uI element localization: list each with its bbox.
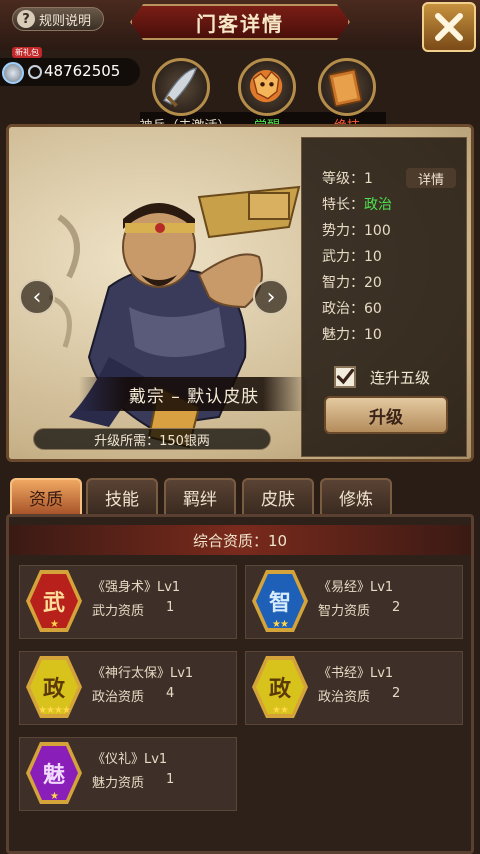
close-icon: [435, 13, 463, 41]
stat-specialty: 特长：政治: [322, 194, 392, 214]
equipment-slot-awaken[interactable]: [238, 58, 296, 116]
skill-value: 1: [166, 600, 175, 615]
blade-icon: [163, 67, 198, 108]
stat-specialty-value: 政治: [364, 197, 392, 213]
checkbox[interactable]: [334, 366, 356, 388]
stat-politics: 政治：60: [322, 301, 382, 317]
rules-button[interactable]: ? 规则说明: [12, 7, 104, 31]
skill-name: 《强身术》Lv1: [92, 580, 181, 595]
skill-stars: ★★: [272, 705, 289, 716]
upgrade-cost: 升级所需：150银两: [33, 428, 271, 450]
previous-hero-button[interactable]: ‹: [19, 279, 55, 315]
gift-coin-icon[interactable]: [2, 62, 24, 84]
skill-value: 2: [392, 686, 401, 701]
next-hero-button[interactable]: ›: [253, 279, 289, 315]
stat-charm: 魅力：10: [322, 327, 382, 343]
skill-attribute: 政治资质: [318, 690, 371, 705]
equipment-slot-skill[interactable]: [318, 58, 376, 116]
stat-force: 武力：10: [322, 249, 382, 265]
checkmark-icon: [336, 368, 354, 385]
gift-tag: 新礼包: [12, 47, 42, 58]
skill-attribute: 魅力资质: [92, 776, 145, 791]
stat-level: 等级：1: [322, 171, 373, 187]
dragon-icon: [249, 69, 283, 103]
chevron-left-icon: ‹: [32, 284, 42, 310]
tab-skills[interactable]: 技能: [86, 478, 158, 514]
auto-five-label: 连升五级: [370, 368, 431, 387]
skill-stars: ★★★★: [38, 705, 71, 716]
skill-name: 《易经》Lv1: [318, 580, 394, 595]
skill-name: 《神行太保》Lv1: [92, 666, 194, 681]
hero-portrait-panel: ‹ › 戴宗 – 默认皮肤 升级所需：150银两 详情 等级：1 特长：政治 势…: [6, 124, 474, 462]
chevron-right-icon: ›: [266, 284, 276, 310]
hero-name: 戴宗 – 默认皮肤: [79, 377, 309, 411]
auto-five-levels-toggle[interactable]: 连升五级: [334, 366, 430, 388]
silver-icon: [28, 65, 42, 79]
upgrade-button[interactable]: 升级: [324, 396, 448, 434]
tab-training[interactable]: 修炼: [320, 478, 392, 514]
currency-value: 48762505: [44, 62, 121, 80]
detail-button[interactable]: 详情: [406, 168, 456, 188]
skill-value: 4: [166, 686, 175, 701]
tab-skins[interactable]: 皮肤: [242, 478, 314, 514]
skill-value: 1: [166, 772, 175, 787]
skill-name: 《书经》Lv1: [318, 666, 394, 681]
stats-panel: 详情 等级：1 特长：政治 势力：100 武力：10 智力：20 政治：60 魅…: [301, 137, 467, 457]
tab-bonds[interactable]: 羁绊: [164, 478, 236, 514]
equipment-slot-weapon[interactable]: [152, 58, 210, 116]
skill-card[interactable]: 武 ★ 《强身术》Lv1 武力资质 1: [19, 565, 237, 639]
skill-card[interactable]: 魅 ★ 《仪礼》Lv1 魅力资质 1: [19, 737, 237, 811]
page-title: 门客详情: [130, 4, 350, 40]
skill-attribute: 智力资质: [318, 604, 371, 619]
skill-stars: ★: [50, 619, 59, 630]
close-button[interactable]: [422, 2, 476, 52]
question-icon: ?: [17, 10, 35, 28]
skill-card[interactable]: 政 ★★★★ 《神行太保》Lv1 政治资质 4: [19, 651, 237, 725]
skill-value: 2: [392, 600, 401, 615]
stat-power: 势力：100: [322, 223, 391, 239]
skill-name: 《仪礼》Lv1: [92, 752, 168, 767]
aptitude-content: 综合资质：10 武 ★ 《强身术》Lv1 武力资质 1 智 ★★ 《易经》Lv1…: [6, 514, 474, 854]
total-aptitude: 综合资质：10: [9, 525, 471, 555]
skill-card[interactable]: 政 ★★ 《书经》Lv1 政治资质 2: [245, 651, 463, 725]
stat-specialty-label: 特长：: [322, 197, 364, 213]
skill-card[interactable]: 智 ★★ 《易经》Lv1 智力资质 2: [245, 565, 463, 639]
skill-attribute: 武力资质: [92, 604, 145, 619]
skill-stars: ★★: [272, 619, 289, 630]
tab-aptitude[interactable]: 资质: [10, 478, 82, 514]
book-icon: [328, 68, 363, 108]
skill-stars: ★: [50, 791, 59, 802]
stat-intellect: 智力：20: [322, 275, 382, 291]
rules-label: 规则说明: [39, 13, 92, 29]
skill-attribute: 政治资质: [92, 690, 145, 705]
